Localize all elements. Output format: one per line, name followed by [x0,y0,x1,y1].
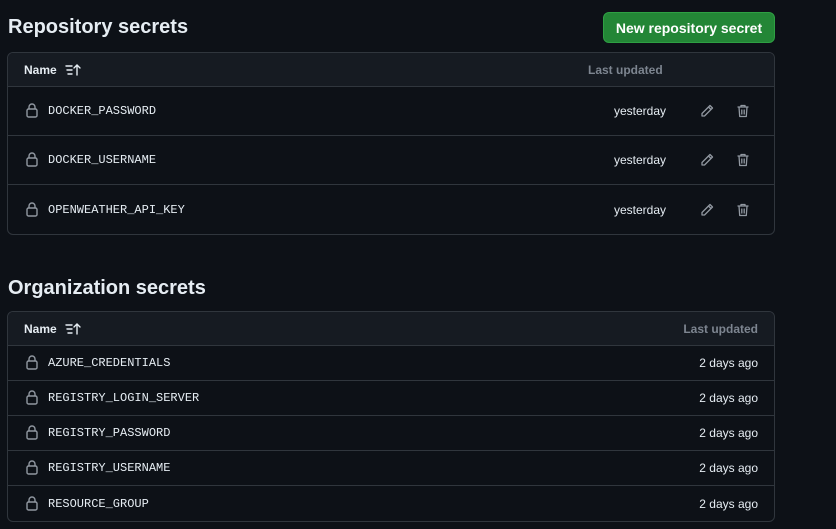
secrets-page: Repository secrets New repository secret… [0,0,836,529]
trash-icon [737,203,749,216]
secret-name: DOCKER_USERNAME [48,153,157,167]
name-column-header: Name [24,321,57,336]
delete-secret-button[interactable] [733,200,753,220]
organization-secrets-header: Name Last updated [8,312,774,346]
secret-name: AZURE_CREDENTIALS [48,356,171,370]
lock-icon [26,103,38,118]
secret-last-updated: yesterday [613,104,666,118]
secret-last-updated: 2 days ago [699,461,758,475]
lock-icon [26,201,38,217]
secret-name: OPENWEATHER_API_KEY [48,202,185,217]
lock-icon [26,390,38,405]
edit-secret-button[interactable] [697,200,717,220]
secret-last-updated: 2 days ago [699,391,758,405]
organization-secrets-table: Name Last updated AZURE_CREDENTIALS 2 da… [7,311,775,522]
new-repository-secret-button[interactable]: New repository secret [603,12,775,43]
sort-ascending-icon [64,63,81,76]
pencil-icon [701,104,714,117]
lock-icon [26,460,38,475]
secret-row: RESOURCE_GROUP 2 days ago [8,486,774,521]
lock-icon [26,495,38,511]
edit-secret-button[interactable] [697,150,717,170]
repository-secrets-table: Name Last updated DOCKER_PASSWORD yester… [7,52,775,235]
secret-last-updated: yesterday [613,202,666,217]
repository-secrets-header: Name Last updated [8,53,774,87]
secret-row: DOCKER_PASSWORD yesterday [8,87,774,136]
secret-row: REGISTRY_USERNAME 2 days ago [8,451,774,486]
secret-name: REGISTRY_LOGIN_SERVER [48,391,200,405]
last-updated-column-header: Last updated [683,321,758,336]
trash-icon [737,153,749,167]
trash-icon [737,104,749,118]
lock-icon [26,152,38,167]
delete-secret-button[interactable] [733,150,753,170]
secret-row: DOCKER_USERNAME yesterday [8,136,774,185]
name-column-header: Name [24,62,57,77]
last-updated-column-header: Last updated [588,62,663,77]
repository-secrets-list: DOCKER_PASSWORD yesterday DOCKER_USERNAM… [8,87,774,234]
secret-last-updated: 2 days ago [699,496,758,511]
secret-last-updated: yesterday [613,153,666,167]
secret-row: OPENWEATHER_API_KEY yesterday [8,185,774,234]
delete-secret-button[interactable] [733,101,753,121]
lock-icon [26,425,38,440]
secret-row: REGISTRY_PASSWORD 2 days ago [8,416,774,451]
secret-name: REGISTRY_USERNAME [48,461,171,475]
sort-by-name-button[interactable]: Name [24,312,83,345]
lock-icon [26,355,38,370]
edit-secret-button[interactable] [697,101,717,121]
pencil-icon [701,153,714,166]
secret-name: RESOURCE_GROUP [48,496,149,511]
secret-name: REGISTRY_PASSWORD [48,426,171,440]
pencil-icon [701,203,714,216]
secret-last-updated: 2 days ago [699,426,758,440]
secret-last-updated: 2 days ago [699,356,758,370]
sort-by-name-button[interactable]: Name [24,53,83,86]
organization-secrets-title: Organization secrets [8,277,206,299]
sort-ascending-icon [64,322,81,335]
secret-row: REGISTRY_LOGIN_SERVER 2 days ago [8,381,774,416]
repository-secrets-title: Repository secrets [8,16,189,38]
secret-row: AZURE_CREDENTIALS 2 days ago [8,346,774,381]
secret-name: DOCKER_PASSWORD [48,104,157,118]
organization-secrets-list: AZURE_CREDENTIALS 2 days ago REGISTRY_LO… [8,346,774,521]
